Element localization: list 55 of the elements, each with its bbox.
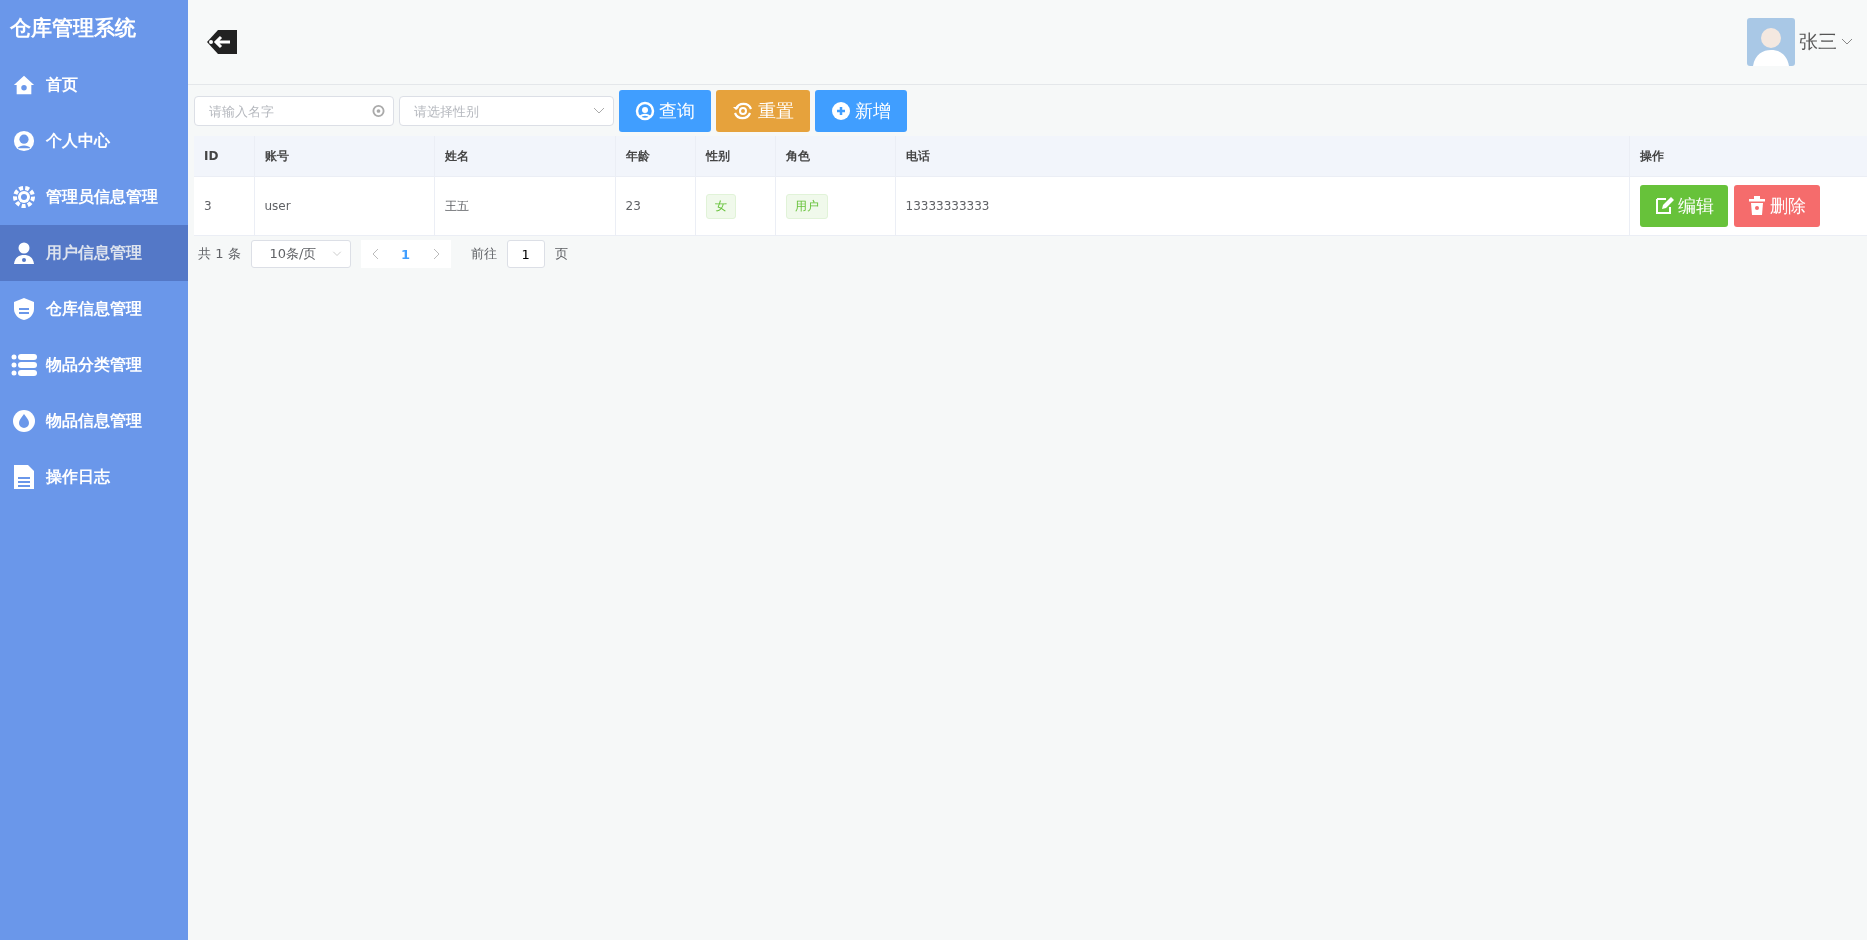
trash-icon [1747, 196, 1766, 216]
page-number[interactable]: 1 [390, 246, 421, 262]
refresh-icon [732, 101, 754, 121]
sidebar-item[interactable]: 操作日志 [0, 449, 188, 505]
table-cell: 23 [615, 176, 695, 236]
table-cell: user [254, 176, 434, 236]
gender-tag: 女 [705, 193, 736, 219]
gender-select[interactable]: 请选择性别 [399, 96, 614, 126]
role-tag: 用户 [785, 193, 828, 219]
column-header: 年龄 [615, 136, 695, 177]
edit-button[interactable]: 编辑 [1639, 185, 1728, 227]
column-header: 姓名 [434, 136, 615, 177]
chevron-down-icon [331, 251, 342, 257]
page-input[interactable]: 1 [506, 240, 545, 268]
sidebar-item[interactable]: 管理员信息管理 [0, 169, 188, 225]
sidebar-item[interactable]: 物品信息管理 [0, 393, 188, 449]
house-icon [13, 74, 35, 96]
edit-icon [1653, 196, 1674, 216]
list-icon [11, 354, 37, 376]
person-icon [12, 241, 36, 265]
delete-button[interactable]: 删除 [1733, 185, 1820, 227]
reset-button[interactable]: 重置 [716, 90, 810, 132]
table-cell: 3 [194, 176, 254, 236]
name-search-field[interactable]: 请输入名字 [194, 96, 394, 126]
back-arrow-icon[interactable] [206, 28, 238, 56]
column-header: ID [194, 136, 254, 177]
shield-icon [13, 297, 35, 321]
sidebar-item[interactable]: 用户信息管理 [0, 225, 188, 281]
sidebar-item[interactable]: 仓库信息管理 [0, 281, 188, 337]
page-size-select[interactable]: 10条/页 [250, 240, 351, 268]
avatar[interactable] [1747, 18, 1795, 66]
column-header: 性别 [695, 136, 775, 177]
table-cell: 13333333333 [895, 176, 1629, 236]
chevron-down-icon[interactable] [1841, 38, 1853, 46]
table-cell: 王五 [434, 176, 615, 236]
column-header: 账号 [254, 136, 434, 177]
column-header: 操作 [1629, 136, 1867, 177]
sidebar-item[interactable]: 首页 [0, 57, 188, 113]
add-button[interactable]: 新增 [815, 90, 907, 132]
search-button[interactable]: 查询 [619, 90, 711, 132]
goto-label: 前往 [470, 245, 497, 263]
user-circle-icon [13, 130, 35, 152]
total-count: 共 1 条 [198, 245, 241, 263]
gear-icon [12, 185, 36, 209]
plus-circle-icon [831, 101, 851, 121]
column-header: 电话 [895, 136, 1629, 177]
page-suffix: 页 [554, 245, 568, 263]
sidebar-item[interactable]: 个人中心 [0, 113, 188, 169]
column-header: 角色 [775, 136, 895, 177]
chevron-down-icon [593, 107, 605, 115]
sidebar-item[interactable]: 物品分类管理 [0, 337, 188, 393]
app-title: 仓库管理系统 [9, 15, 137, 42]
drop-icon [12, 409, 36, 433]
document-icon [13, 464, 35, 490]
user-name[interactable]: 张三 [1799, 29, 1837, 55]
